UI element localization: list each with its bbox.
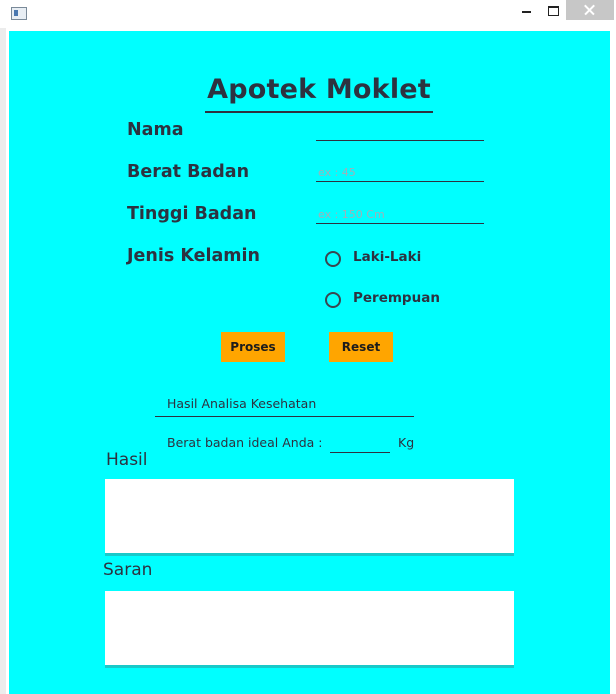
saran-label: Saran xyxy=(103,560,153,580)
tinggi-badan-label: Tinggi Badan xyxy=(127,204,257,224)
hasil-analisa-header: Hasil Analisa Kesehatan xyxy=(155,393,414,417)
nama-input[interactable] xyxy=(316,123,484,141)
nama-label: Nama xyxy=(127,120,184,140)
saran-textarea[interactable] xyxy=(105,591,514,668)
radio-label-perempuan[interactable]: Perempuan xyxy=(353,290,440,306)
ideal-weight-value xyxy=(330,435,390,453)
reset-button[interactable]: Reset xyxy=(329,332,393,362)
jenis-kelamin-label: Jenis Kelamin xyxy=(127,246,260,266)
hasil-label: Hasil xyxy=(106,450,148,470)
berat-badan-label: Berat Badan xyxy=(127,162,250,182)
tinggi-badan-input[interactable]: ex : 150 Cm xyxy=(316,206,484,224)
close-button[interactable] xyxy=(566,0,614,20)
radio-circle-icon[interactable] xyxy=(325,292,341,308)
ideal-weight-unit: Kg xyxy=(398,435,415,450)
title-bar xyxy=(0,0,616,28)
window-icon xyxy=(11,7,27,20)
hasil-textarea[interactable] xyxy=(105,479,514,556)
proses-button[interactable]: Proses xyxy=(221,332,285,362)
window-edge xyxy=(0,28,6,694)
page-title: Apotek Moklet xyxy=(205,73,433,113)
form-panel: Apotek Moklet Nama Berat Badan ex : 45 T… xyxy=(9,31,610,694)
ideal-weight-label: Berat badan ideal Anda : xyxy=(167,435,323,450)
radio-label-laki-laki[interactable]: Laki-Laki xyxy=(353,249,421,265)
berat-badan-input[interactable]: ex : 45 xyxy=(316,164,484,182)
radio-circle-icon[interactable] xyxy=(325,251,341,267)
